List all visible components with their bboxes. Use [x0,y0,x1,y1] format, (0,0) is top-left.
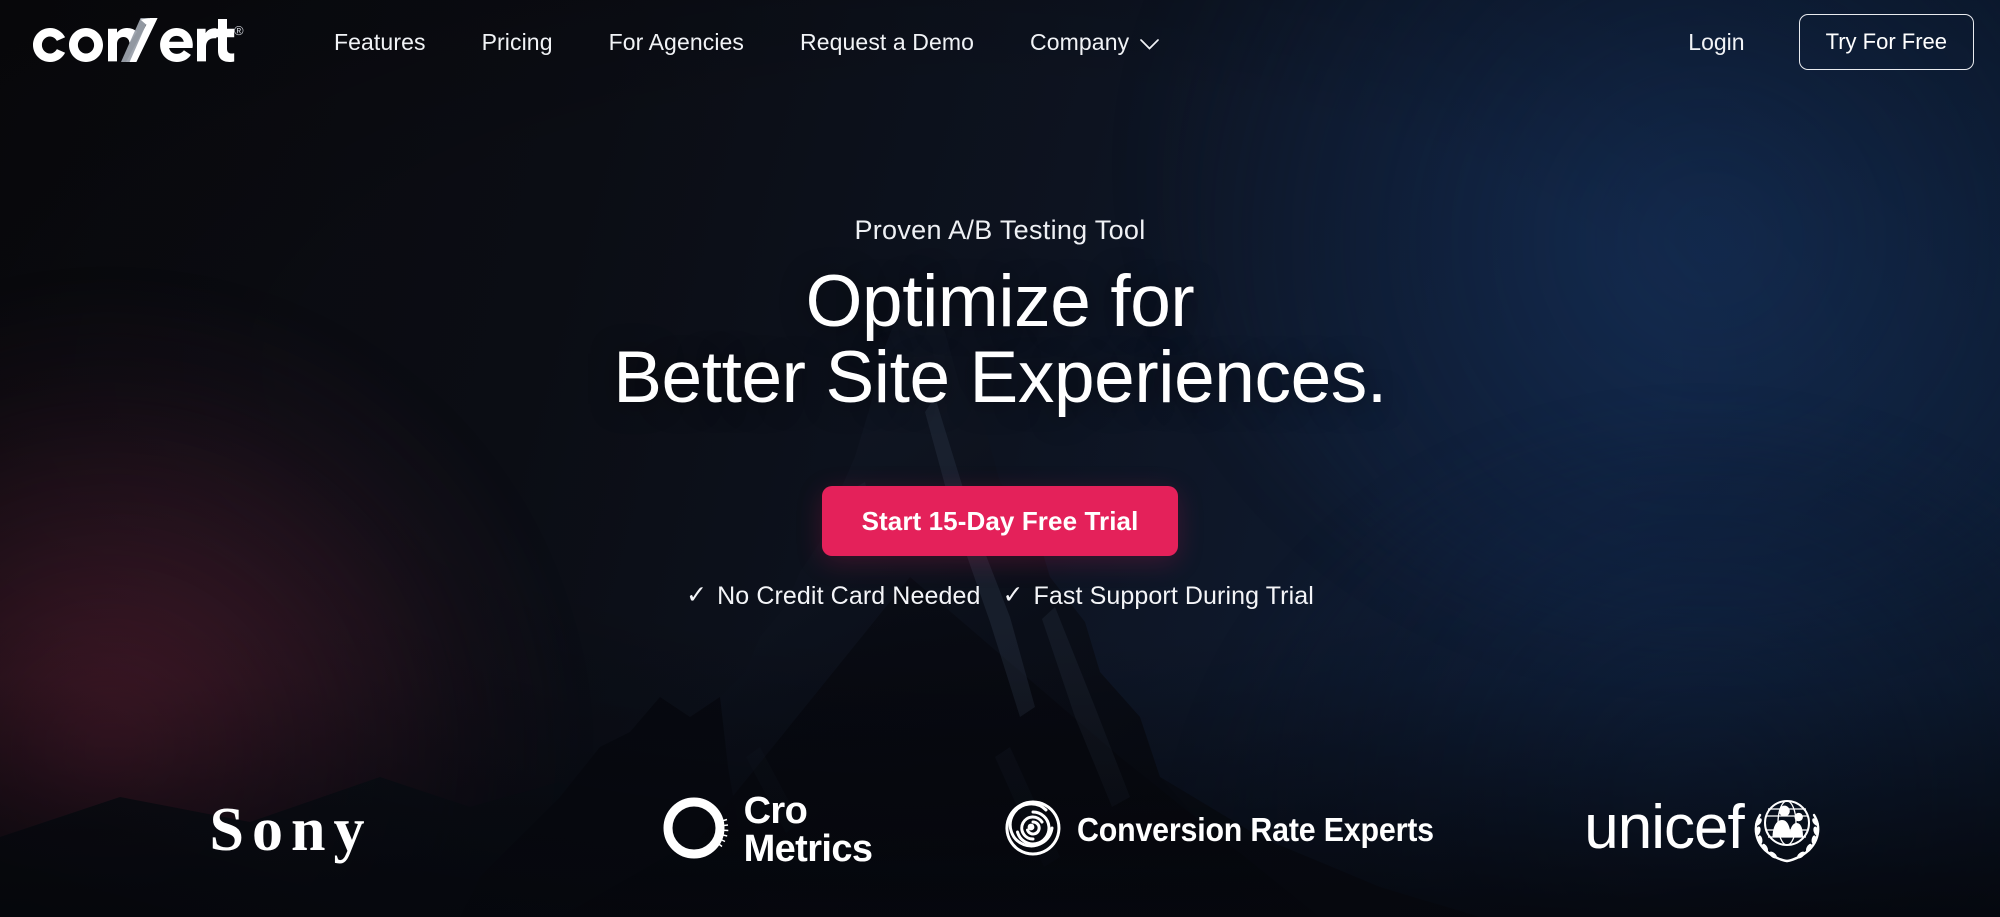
site-header: ® Features Pricing For Agencies Request … [0,0,2000,84]
nav-item-company[interactable]: Company [1002,19,1187,66]
nav-item-label: Pricing [481,28,553,55]
conversion-rate-experts-label: Conversion Rate Experts [1077,811,1434,848]
crometrics-label-line2: Metrics [743,828,873,870]
conversion-rate-experts-maze-icon [1005,800,1061,861]
unicef-label: unicef [1584,793,1744,862]
trust-badge-no-credit-card: ✓ No Credit Card Needed [686,582,980,611]
registered-trademark-mark: ® [234,23,244,38]
hero-eyebrow: Proven A/B Testing Tool [854,215,1146,245]
try-for-free-button[interactable]: Try For Free [1798,14,1974,70]
trust-badge-label: Fast Support During Trial [1033,581,1314,610]
client-logo-crometrics: Cro Metrics [530,767,1000,893]
crometrics-ring-icon [658,792,730,869]
page-title: Optimize for Better Site Experiences. [613,264,1387,416]
check-icon: ✓ [686,580,708,609]
trust-badges: ✓ No Credit Card Needed ✓ Fast Support D… [686,582,1314,611]
client-logo-strip: Sony Cro Metrics Conversion Rate Experts… [0,767,2000,917]
client-logo-unicef: unicef [1470,767,1940,893]
headline-line-1: Optimize for [805,261,1195,342]
nav-item-label: Company [1030,28,1130,55]
header-actions: Login Try For Free [1666,14,1974,70]
login-link[interactable]: Login [1666,19,1766,66]
nav-item-for-agencies[interactable]: For Agencies [581,19,772,66]
nav-item-label: Features [334,28,426,55]
nav-item-label: For Agencies [608,28,745,55]
headline-line-2: Better Site Experiences. [613,336,1387,418]
trust-badge-label: No Credit Card Needed [717,581,981,610]
crometrics-label-line1: Cro [743,790,808,832]
hero-landing-page: ® Features Pricing For Agencies Request … [0,0,2000,917]
convert-logo-icon [33,18,235,63]
client-logo-conversion-rate-experts: Conversion Rate Experts [1000,767,1470,893]
hero-section: Proven A/B Testing Tool Optimize for Bet… [0,0,2000,611]
brand-logo[interactable]: ® [22,14,250,70]
trust-badge-fast-support: ✓ Fast Support During Trial [1002,582,1313,611]
start-free-trial-button[interactable]: Start 15-Day Free Trial [821,485,1179,556]
nav-item-request-a-demo[interactable]: Request a Demo [772,19,1002,66]
sony-wordmark: Sony [209,796,373,864]
client-logo-sony: Sony [60,767,530,893]
nav-item-label: Request a Demo [800,28,975,55]
nav-item-features[interactable]: Features [306,19,454,66]
chevron-down-icon [1140,38,1160,50]
nav-item-pricing[interactable]: Pricing [454,19,581,66]
unicef-globe-icon [1748,791,1826,870]
check-icon: ✓ [1002,580,1024,609]
main-navigation: Features Pricing For Agencies Request a … [306,19,1187,66]
